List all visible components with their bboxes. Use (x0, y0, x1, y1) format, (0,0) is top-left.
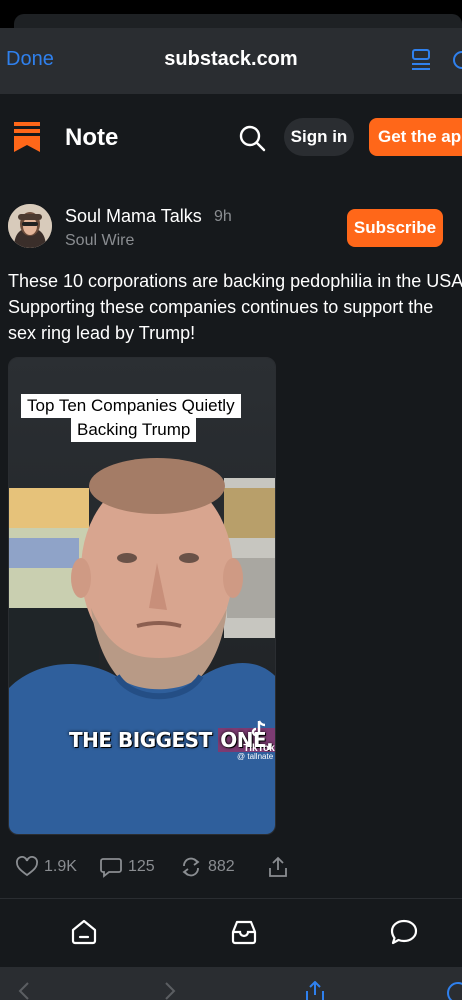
post-body-line: Supporting these companies continues to … (8, 297, 434, 317)
restack-count: 882 (208, 858, 235, 875)
browser-toolbar (0, 967, 462, 1000)
search-icon[interactable] (238, 124, 266, 152)
comment-count: 125 (128, 858, 155, 875)
post-actions: 1.9K 125 882 (0, 852, 462, 884)
author-name[interactable]: Soul Mama Talks (65, 206, 202, 227)
tiktok-username: @ tallnate (237, 752, 274, 761)
tiktok-icon (251, 720, 266, 737)
share-button[interactable] (267, 856, 289, 878)
share-sheet-icon[interactable] (303, 981, 327, 1000)
browser-bar: Done substack.com (0, 28, 462, 94)
comment-button[interactable]: 125 (100, 856, 155, 878)
inbox-icon[interactable] (229, 917, 259, 947)
post-body-line: These 10 corporations are backing pedoph… (8, 271, 462, 291)
bottom-nav (0, 899, 462, 967)
signin-button[interactable]: Sign in (284, 118, 354, 156)
url-display[interactable]: substack.com (0, 48, 462, 71)
heart-icon (16, 856, 38, 877)
avatar[interactable] (8, 204, 52, 248)
page-title: Note (65, 124, 119, 151)
comment-icon (100, 858, 122, 878)
video-subtitle-part: THE BIGGEST (69, 728, 219, 752)
get-app-button[interactable]: Get the app (369, 118, 462, 156)
substack-logo-icon[interactable] (14, 122, 40, 152)
like-button[interactable]: 1.9K (16, 856, 77, 878)
reader-mode-icon[interactable] (410, 48, 432, 72)
like-count: 1.9K (44, 858, 77, 875)
publication-name[interactable]: Soul Wire (65, 232, 134, 250)
forward-icon[interactable] (162, 981, 178, 1000)
subscribe-button[interactable]: Subscribe (347, 209, 443, 247)
tiktok-watermark: TikTok (241, 720, 275, 754)
post-body: These 10 corporations are backing pedoph… (8, 268, 462, 346)
back-icon[interactable] (16, 981, 32, 1000)
status-strip (0, 0, 462, 28)
video-caption-line: Top Ten Companies Quietly (21, 394, 241, 418)
app-header: Note Sign in Get the app (0, 94, 462, 180)
restack-icon (182, 857, 200, 877)
chat-icon[interactable] (389, 917, 419, 947)
video-card[interactable]: Top Ten Companies Quietly Backing Trump … (8, 357, 276, 835)
share-icon (269, 856, 287, 877)
restack-button[interactable]: 882 (180, 856, 235, 878)
post-body-line: sex ring lead by Trump! (8, 323, 196, 343)
home-icon[interactable] (69, 917, 99, 947)
tab-sliver (14, 14, 462, 28)
compass-icon[interactable] (446, 981, 462, 1000)
video-caption-line: Backing Trump (71, 418, 197, 442)
post-time: 9h (214, 208, 232, 225)
reload-icon[interactable] (452, 48, 462, 72)
